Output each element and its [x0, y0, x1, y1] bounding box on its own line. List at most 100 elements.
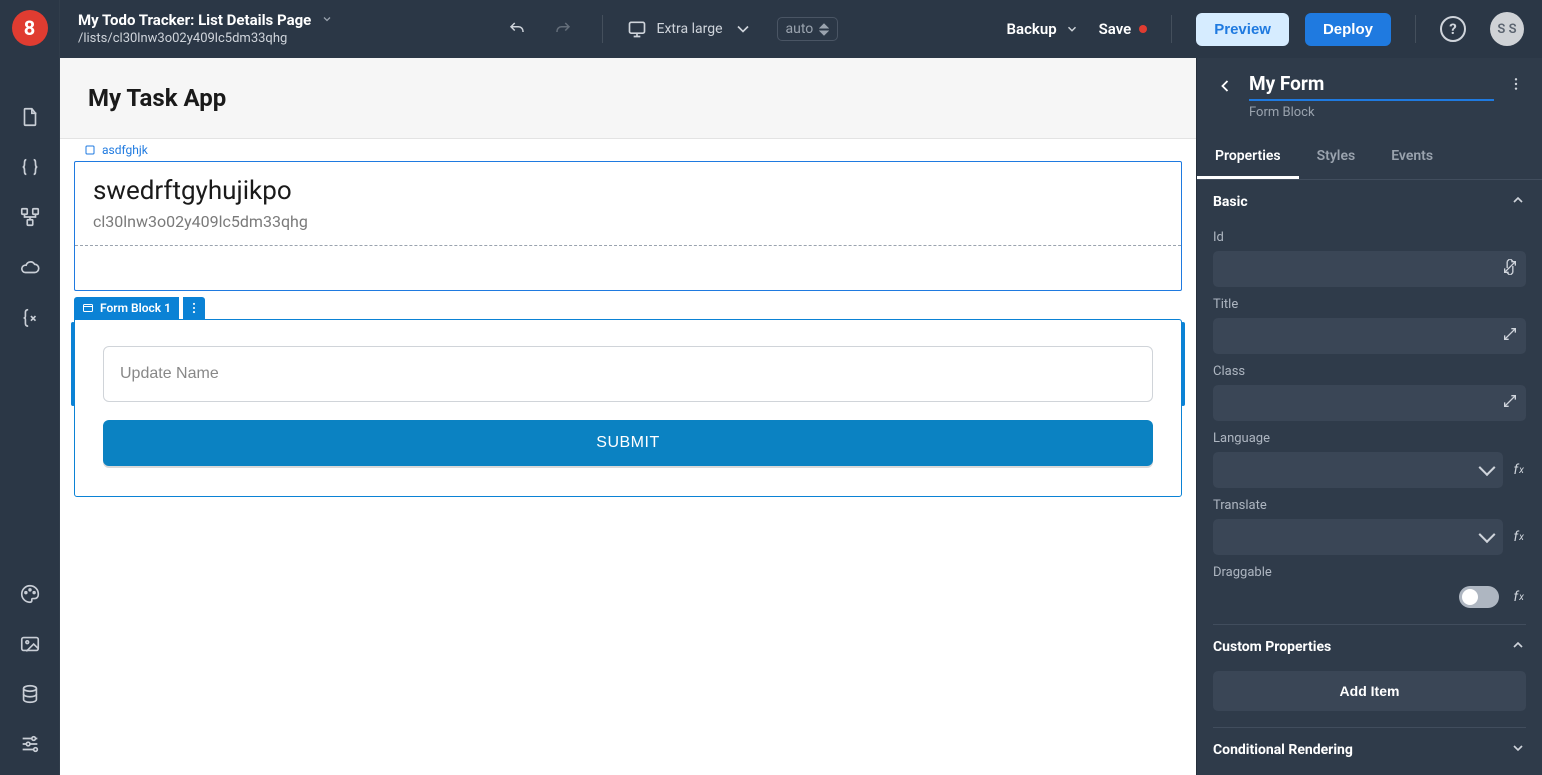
- cloud-icon[interactable]: [19, 256, 41, 278]
- tree-icon[interactable]: [19, 206, 41, 228]
- input-class[interactable]: [1213, 385, 1526, 421]
- main-column: My Todo Tracker: List Details Page /list…: [60, 0, 1542, 775]
- section-basic-header[interactable]: Basic: [1213, 180, 1526, 220]
- rail-group-bottom: [19, 583, 41, 755]
- section-conditional-label: Conditional Rendering: [1213, 742, 1353, 758]
- input-id[interactable]: [1213, 251, 1526, 287]
- help-button[interactable]: ?: [1440, 16, 1466, 42]
- select-translate-wrap: [1213, 519, 1503, 555]
- section-conditional-header[interactable]: Conditional Rendering: [1213, 728, 1526, 768]
- field-translate: fx: [1213, 519, 1526, 555]
- toggle-draggable[interactable]: [1459, 586, 1499, 608]
- field-id: [1213, 251, 1526, 287]
- fx-icon[interactable]: fx: [1511, 589, 1526, 605]
- inspector-title: My Form: [1249, 72, 1494, 101]
- function-icon[interactable]: [19, 306, 41, 328]
- page-frame: My Task App asdfghjk swedrftgyhujikpo cl…: [60, 58, 1196, 775]
- fx-icon[interactable]: fx: [1511, 462, 1526, 478]
- divider: [1171, 15, 1172, 43]
- palette-icon[interactable]: [19, 583, 41, 605]
- zoom-label: auto: [786, 21, 814, 37]
- app-logo[interactable]: 8: [12, 10, 48, 46]
- label-draggable: Draggable: [1213, 565, 1526, 580]
- divider: [1415, 15, 1416, 43]
- chevron-down-icon: [321, 11, 333, 29]
- select-translate[interactable]: [1213, 519, 1503, 555]
- field-draggable: fx: [1213, 586, 1526, 608]
- unsaved-indicator-icon: [1139, 25, 1147, 33]
- undo-button[interactable]: [502, 14, 532, 44]
- save-group: Backup Save: [1007, 20, 1148, 38]
- page-title: My Todo Tracker: List Details Page: [78, 11, 311, 29]
- update-name-input[interactable]: [103, 346, 1153, 402]
- chevron-up-icon: [1510, 192, 1526, 212]
- card-spacer: [93, 246, 1163, 276]
- database-icon[interactable]: [19, 683, 41, 705]
- rail-group-top: [19, 106, 41, 328]
- submit-button[interactable]: SUBMIT: [103, 420, 1153, 466]
- expand-icon[interactable]: [1502, 259, 1518, 279]
- select-language-wrap: [1213, 452, 1503, 488]
- page-icon[interactable]: [19, 106, 41, 128]
- braces-icon[interactable]: [19, 156, 41, 178]
- field-class: [1213, 385, 1526, 421]
- save-button[interactable]: Save: [1099, 20, 1148, 38]
- tab-properties[interactable]: Properties: [1197, 136, 1299, 179]
- page-app-header: My Task App: [60, 58, 1196, 139]
- inspector-menu-button[interactable]: [1508, 76, 1524, 96]
- page-title-row[interactable]: My Todo Tracker: List Details Page: [78, 11, 333, 29]
- expand-icon[interactable]: [1502, 326, 1518, 346]
- card-node-tag[interactable]: asdfghjk: [74, 139, 150, 161]
- image-icon[interactable]: [19, 633, 41, 655]
- inspector-tabs: Properties Styles Events: [1197, 136, 1542, 180]
- inspector-header: My Form Form Block: [1197, 58, 1542, 126]
- inspector-scroll[interactable]: Basic Id Title: [1197, 180, 1542, 775]
- user-avatar[interactable]: S S: [1490, 12, 1524, 46]
- label-translate: Translate: [1213, 498, 1526, 513]
- backup-button[interactable]: Backup: [1007, 20, 1079, 38]
- section-basic-label: Basic: [1213, 194, 1248, 210]
- viewport-label: Extra large: [657, 21, 723, 37]
- label-title: Title: [1213, 297, 1526, 312]
- form-block[interactable]: SUBMIT: [74, 319, 1182, 497]
- section-custom-label: Custom Properties: [1213, 639, 1331, 655]
- fx-icon[interactable]: fx: [1511, 529, 1526, 545]
- card-block[interactable]: swedrftgyhujikpo cl30lnw3o02y409lc5dm33q…: [74, 161, 1182, 291]
- form-block-menu[interactable]: [183, 297, 205, 319]
- form-tag-label: Form Block 1: [100, 301, 171, 315]
- select-language[interactable]: [1213, 452, 1503, 488]
- page-path: /lists/cl30lnw3o02y409lc5dm33qhg: [78, 31, 333, 47]
- field-language: fx: [1213, 452, 1526, 488]
- spinner-icon: [819, 23, 829, 36]
- label-language: Language: [1213, 431, 1526, 446]
- form-block-tag-row: Form Block 1: [74, 297, 1182, 319]
- back-button[interactable]: [1215, 76, 1235, 100]
- input-title[interactable]: [1213, 318, 1526, 354]
- save-label: Save: [1099, 20, 1132, 38]
- deploy-button[interactable]: Deploy: [1305, 13, 1391, 46]
- settings-sliders-icon[interactable]: [19, 733, 41, 755]
- section-custom-header[interactable]: Custom Properties: [1213, 625, 1526, 665]
- field-title: [1213, 318, 1526, 354]
- left-rail: 8: [0, 0, 60, 775]
- expand-icon[interactable]: [1502, 393, 1518, 413]
- page-title-block: My Todo Tracker: List Details Page /list…: [78, 11, 333, 47]
- tab-styles[interactable]: Styles: [1299, 136, 1374, 179]
- label-class: Class: [1213, 364, 1526, 379]
- page-body: asdfghjk swedrftgyhujikpo cl30lnw3o02y40…: [60, 139, 1196, 517]
- preview-button[interactable]: Preview: [1196, 13, 1289, 46]
- zoom-selector[interactable]: auto: [777, 17, 839, 41]
- chevron-down-icon: [1510, 740, 1526, 760]
- card-tag-label: asdfghjk: [102, 143, 148, 157]
- divider: [602, 15, 603, 43]
- label-id: Id: [1213, 230, 1526, 245]
- app-title: My Task App: [88, 84, 1168, 112]
- work-area: My Task App asdfghjk swedrftgyhujikpo cl…: [60, 58, 1542, 775]
- tab-events[interactable]: Events: [1373, 136, 1451, 179]
- backup-label: Backup: [1007, 20, 1057, 38]
- inspector-subtitle: Form Block: [1249, 105, 1494, 120]
- form-block-tag[interactable]: Form Block 1: [74, 297, 179, 319]
- canvas: My Task App asdfghjk swedrftgyhujikpo cl…: [60, 58, 1196, 775]
- viewport-selector[interactable]: Extra large: [627, 19, 753, 39]
- add-item-button[interactable]: Add Item: [1213, 671, 1526, 711]
